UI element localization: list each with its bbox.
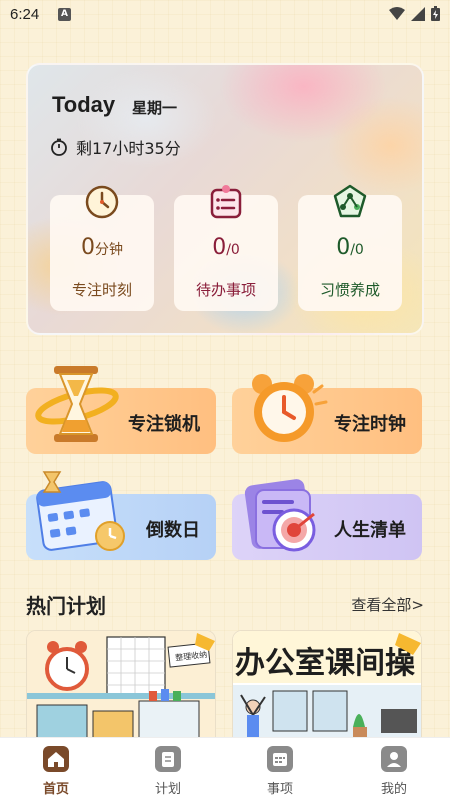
today-card: Today 星期一 剩17小时35分 0分钟 专注时刻 0/0 待办事项 0/0… [26, 63, 424, 335]
stat-todo[interactable]: 0/0 待办事项 [174, 185, 278, 311]
nav-profile-label: 我的 [380, 782, 407, 797]
bottom-nav: 首页 计划 事项 我的 [0, 737, 450, 799]
wifi-icon [389, 6, 405, 20]
focus-clock-label: 专注时钟 [334, 414, 406, 435]
today-title: Today [52, 92, 116, 117]
stat-todo-value: 0/0 [212, 235, 240, 260]
stat-todo-label: 待办事项 [195, 281, 256, 299]
todo-list-icon [210, 185, 242, 219]
stat-habit-value: 0/0 [336, 235, 364, 260]
plan-card-office-exercise[interactable]: 办公室课间操 [232, 630, 422, 740]
plan-card-organize[interactable]: 整理收纳 [26, 630, 216, 740]
calendar-icon [36, 471, 125, 551]
nav-home[interactable]: 首页 [26, 746, 86, 797]
profile-icon [381, 746, 407, 772]
see-all-link[interactable]: 查看全部> [351, 594, 424, 615]
hot-plans-title: 热门计划 [26, 594, 106, 618]
nav-home-label: 首页 [42, 782, 69, 797]
habit-molecule-icon [333, 184, 367, 218]
nav-items[interactable]: 事项 [250, 746, 310, 797]
target-checklist-icon [244, 479, 316, 552]
calendar-icon [267, 746, 293, 772]
stat-habit-label: 习惯养成 [319, 281, 380, 299]
focus-lock-label: 专注锁机 [128, 414, 200, 435]
nav-items-label: 事项 [266, 782, 293, 797]
focus-clock-button[interactable]: 专注时钟 [232, 374, 422, 454]
countdown-label: 倒数日 [146, 520, 200, 541]
countdown-button[interactable]: 倒数日 [26, 471, 216, 560]
home-icon [43, 746, 69, 772]
stat-focus-label: 专注时刻 [71, 281, 132, 299]
stat-focus-value: 0分钟 [81, 235, 123, 260]
nav-plan-label: 计划 [154, 782, 181, 797]
plan-illustration-office: 办公室课间操 [233, 631, 421, 739]
stat-habit[interactable]: 0/0 习惯养成 [298, 184, 402, 311]
nav-profile[interactable]: 我的 [364, 746, 424, 797]
hourglass-icon [35, 366, 119, 442]
battery-icon [431, 6, 440, 21]
life-list-label: 人生清单 [334, 520, 406, 541]
clock-icon [85, 185, 119, 219]
today-weekday: 星期一 [132, 99, 178, 117]
alarm-clock-icon [252, 374, 328, 442]
plan-illustration-organize: 整理收纳 [27, 631, 215, 739]
nav-plan[interactable]: 计划 [138, 746, 198, 797]
signal-icon [411, 6, 425, 21]
status-time: 6:24 [10, 6, 40, 23]
remaining-time: 剩17小时35分 [76, 139, 181, 158]
remaining-time-row: 剩17小时35分 [50, 135, 181, 159]
plan-banner-text: 办公室课间操 [235, 646, 416, 681]
stopwatch-icon [51, 138, 67, 156]
status-indicators [389, 6, 440, 21]
stat-focus-time[interactable]: 0分钟 专注时刻 [50, 185, 154, 311]
focus-lock-button[interactable]: 专注锁机 [26, 366, 216, 454]
plan-icon [155, 746, 181, 772]
notification-badge-icon: A [58, 8, 71, 21]
status-bar: 6:24 A [0, 0, 450, 30]
life-list-button[interactable]: 人生清单 [232, 479, 422, 560]
